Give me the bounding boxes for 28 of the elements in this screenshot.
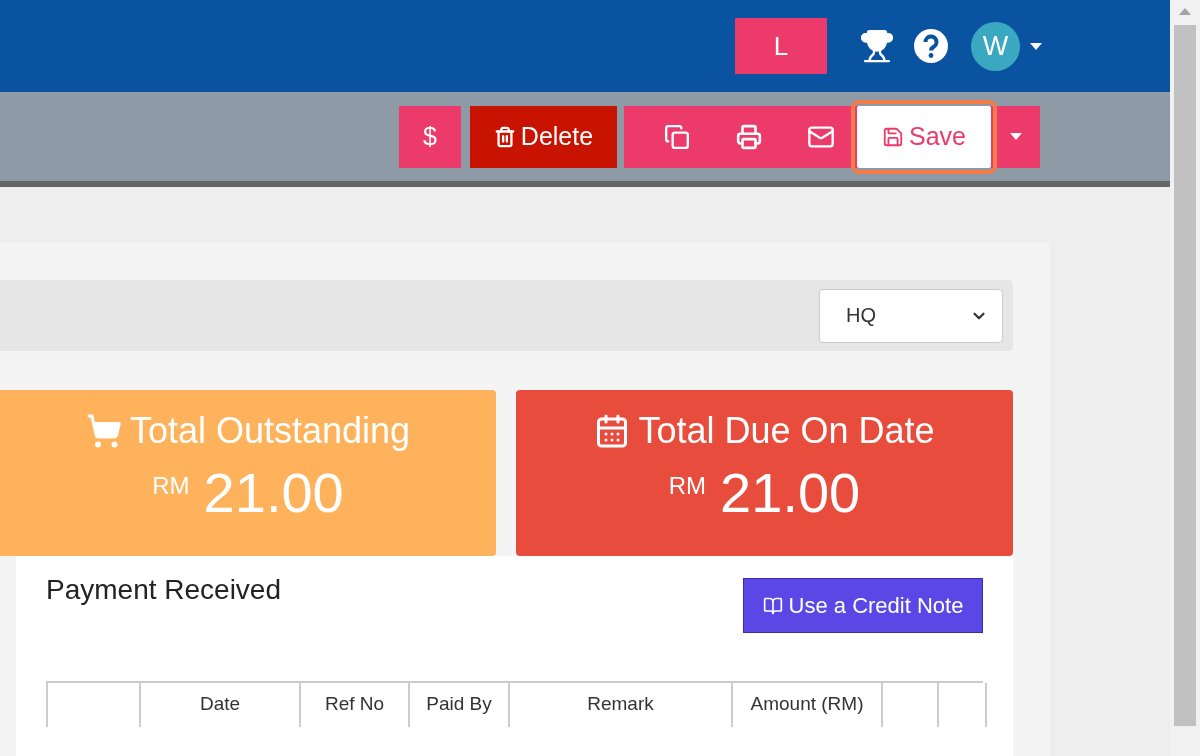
- delete-button[interactable]: Delete: [470, 105, 617, 168]
- payment-button[interactable]: $: [399, 105, 461, 168]
- print-icon: [736, 123, 762, 150]
- branch-select[interactable]: HQ: [819, 288, 1003, 343]
- trophy-icon[interactable]: [859, 28, 895, 64]
- user-badge: L: [735, 18, 827, 74]
- currency-label: RM: [668, 472, 707, 500]
- column-header: Ref No: [301, 683, 410, 727]
- amount-value: 21.00: [203, 460, 344, 525]
- copy-icon: [664, 123, 690, 150]
- tile-title: Total Outstanding: [129, 410, 411, 452]
- column-header: Date: [141, 683, 301, 727]
- column-header: Amount (RM): [733, 683, 883, 727]
- tile-title: Total Due On Date: [638, 410, 935, 452]
- column-header: Remark: [510, 683, 733, 727]
- scroll-up-icon[interactable]: [1179, 8, 1191, 15]
- trash-icon: [493, 125, 516, 148]
- cart-icon: [85, 413, 122, 449]
- caret-icon[interactable]: [1030, 42, 1042, 50]
- caret-icon: [1009, 133, 1022, 140]
- panel-title: Payment Received: [46, 574, 281, 606]
- amount-value: 21.00: [720, 460, 861, 525]
- credit-note-button[interactable]: Use a Credit Note: [743, 578, 983, 633]
- currency-label: RM: [152, 472, 190, 500]
- column-header: Paid By: [410, 683, 510, 727]
- scrollbar-thumb[interactable]: [1174, 25, 1196, 726]
- help-icon[interactable]: [913, 28, 949, 64]
- book-icon: [762, 595, 783, 616]
